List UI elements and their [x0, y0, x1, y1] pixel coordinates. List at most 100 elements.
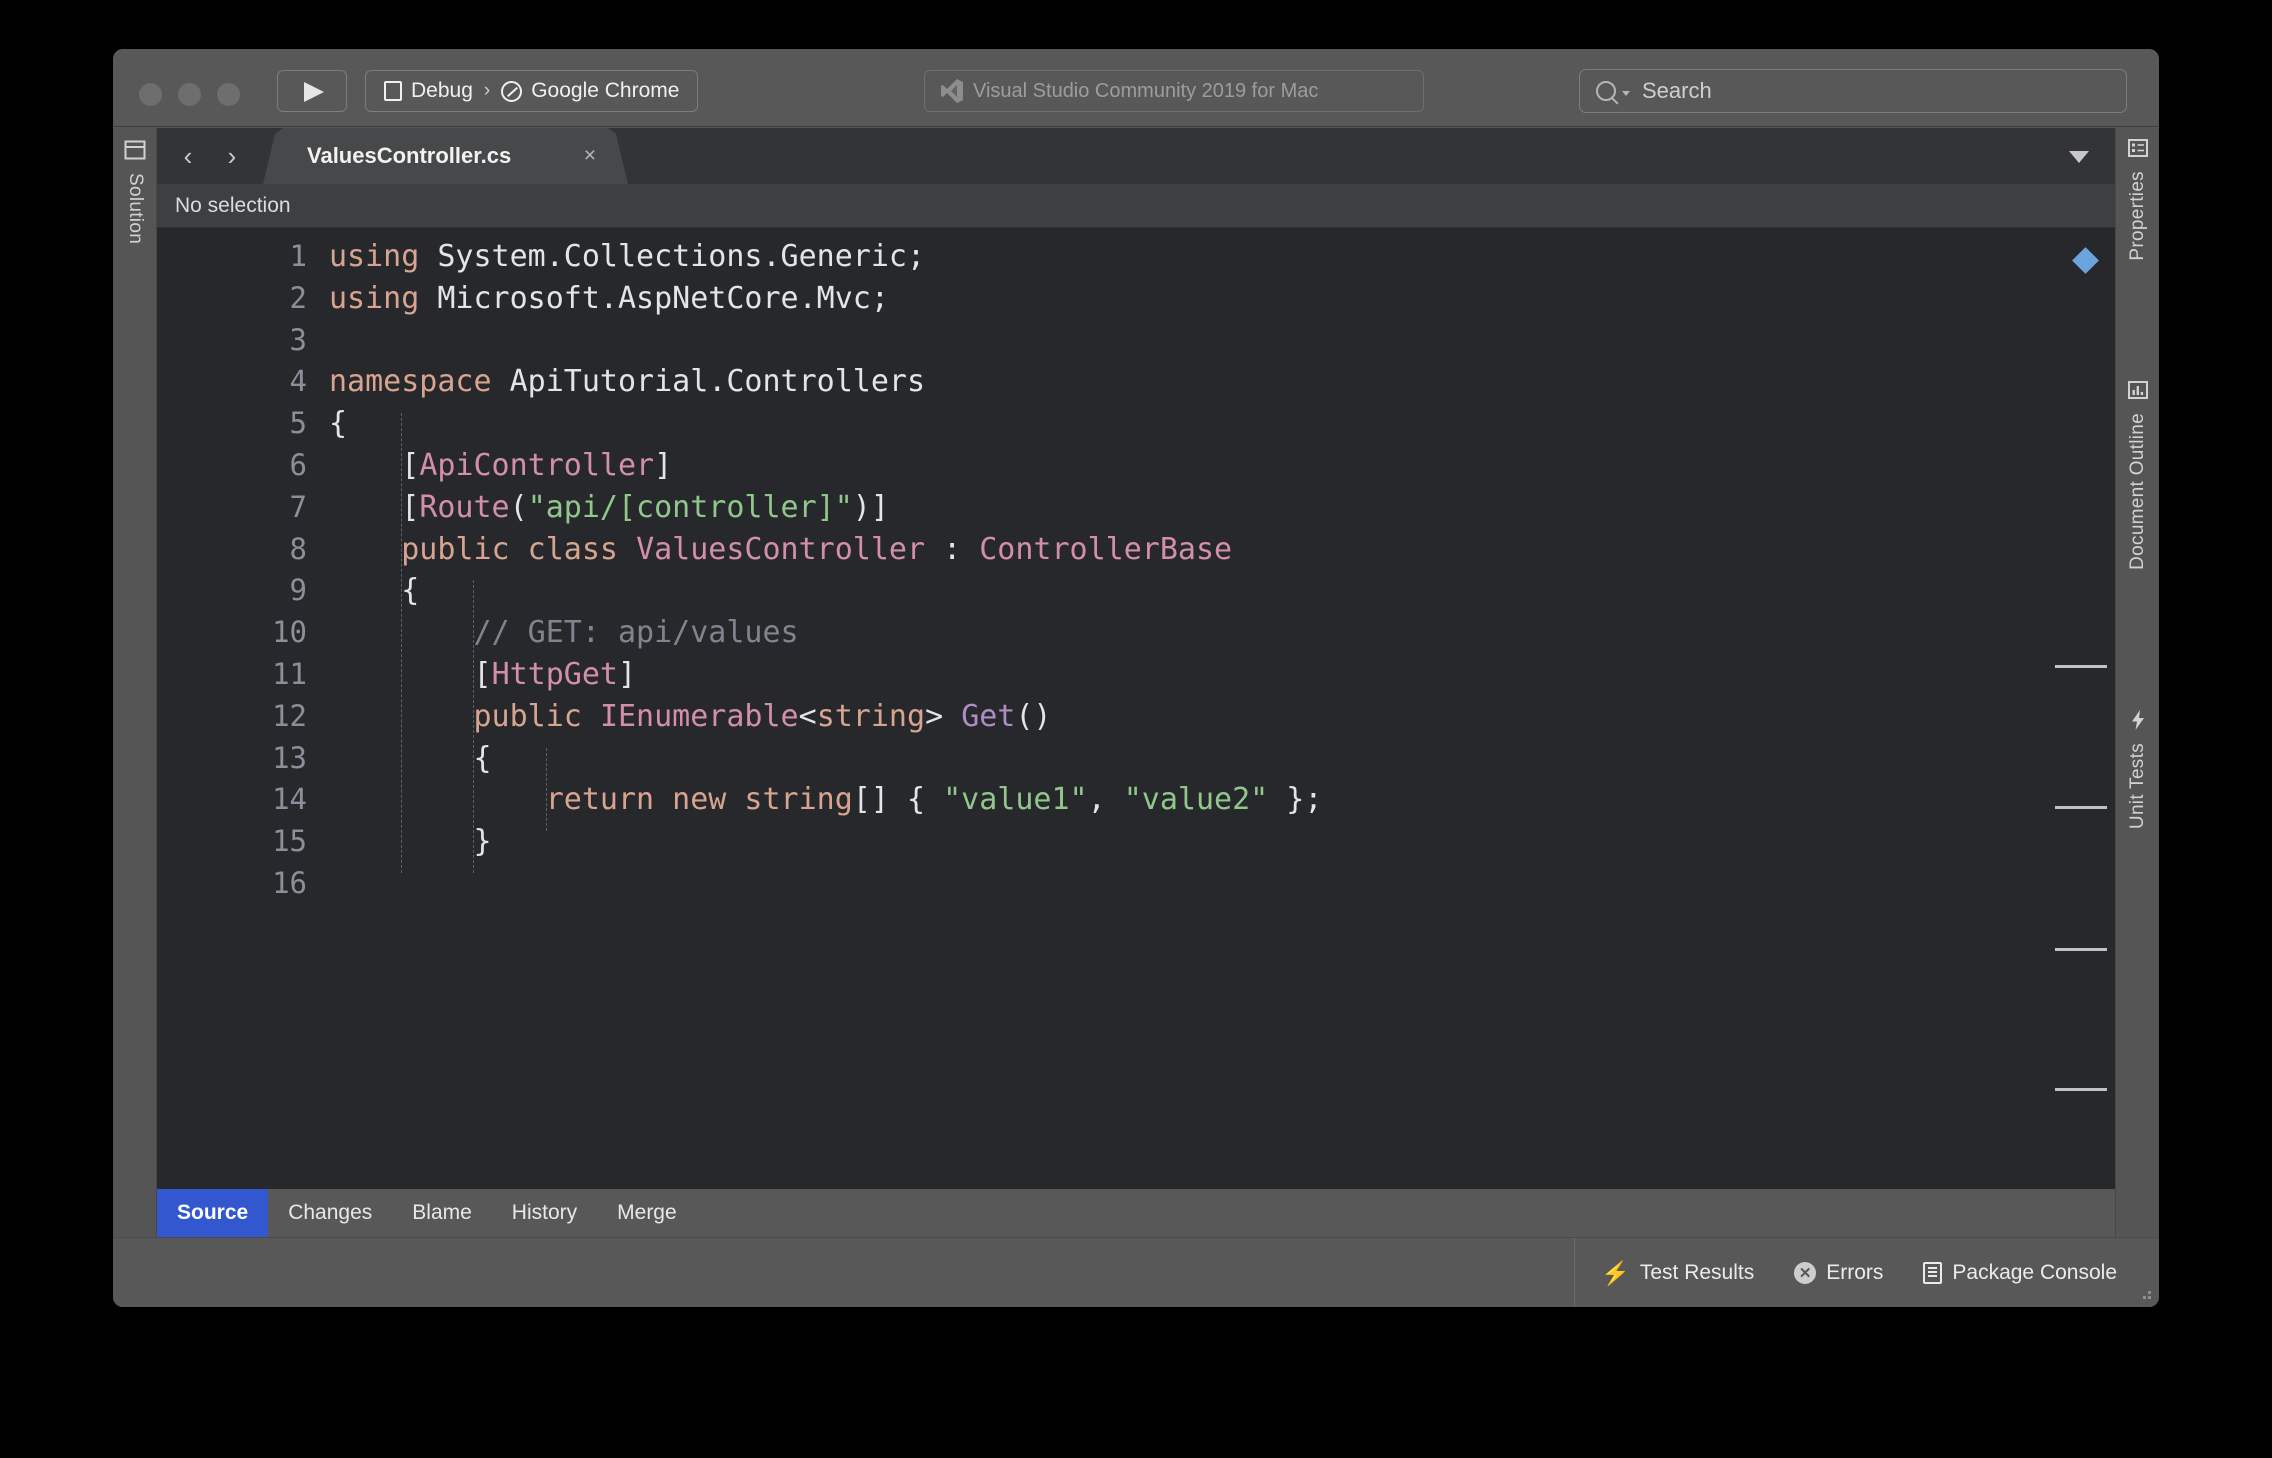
window-close-button[interactable] [139, 83, 162, 106]
editor-column: ‹ › ValuesController.cs × No selection 1… [157, 128, 2115, 1237]
code-marker[interactable] [2055, 806, 2107, 809]
code-line[interactable]: public class ValuesController : Controll… [329, 529, 1232, 571]
code-token-pln: , [1087, 782, 1124, 818]
close-icon[interactable]: × [584, 145, 596, 166]
code-token-typ: ValuesController [636, 531, 926, 567]
code-token-typ: ControllerBase [979, 531, 1233, 567]
application-status-box: Visual Studio Community 2019 for Mac [924, 70, 1424, 112]
code-token-pln: ] [654, 448, 673, 483]
window-zoom-button[interactable] [217, 83, 240, 106]
window-resize-grip[interactable] [2139, 1287, 2151, 1299]
code-line[interactable]: return new string[] { "value1", "value2"… [329, 779, 1323, 821]
code-line[interactable]: [ApiController] [329, 445, 672, 487]
code-token-pln [329, 782, 546, 817]
status-bar-pads: ⚡ Test Results ✕ Errors Package Console [1574, 1238, 2143, 1307]
code-marker[interactable] [2055, 948, 2107, 951]
code-line[interactable]: public IEnumerable<string> Get() [329, 696, 1052, 738]
code-marker[interactable] [2055, 1088, 2107, 1091]
code-content[interactable]: using System.Collections.Generic; using M… [329, 228, 2115, 1189]
code-token-kw: namespace [329, 364, 510, 400]
navigate-back-button[interactable]: ‹ [175, 142, 201, 170]
line-number: 14 [272, 782, 307, 817]
unit-tests-bolt-icon [2126, 708, 2150, 737]
code-line[interactable]: using Microsoft.AspNetCore.Mvc; [329, 278, 889, 320]
code-line[interactable]: [Route("api/[controller]")] [329, 487, 889, 529]
navigate-forward-button[interactable]: › [219, 142, 245, 170]
document-outline-icon [2126, 378, 2150, 407]
workspace-body: Solution ‹ › ValuesController.cs × No se… [113, 128, 2159, 1237]
line-number: 12 [272, 698, 307, 733]
sidebar-item-solution[interactable]: Solution [113, 138, 157, 244]
code-token-pln: [ [329, 489, 420, 525]
line-number: 1 [289, 239, 307, 273]
breadcrumb[interactable]: No selection [157, 184, 2115, 228]
sidebar-item-properties[interactable]: Properties [2116, 136, 2159, 261]
code-line[interactable]: { [329, 403, 347, 445]
run-button[interactable] [277, 70, 347, 112]
code-line[interactable]: { [329, 570, 419, 612]
code-token-kw: return new string [545, 782, 853, 818]
status-package-console[interactable]: Package Console [1923, 1261, 2117, 1285]
source-control-tab-bar: Source Changes Blame History Merge [157, 1189, 2115, 1237]
line-number-gutter: 1 2 3 4 5 6 7 8 9 10 11 12 13 14 15 16 [157, 228, 329, 1189]
window-minimize-button[interactable] [178, 83, 201, 106]
status-errors[interactable]: ✕ Errors [1794, 1261, 1883, 1285]
code-token-pln: System.Collections.Generic; [437, 239, 926, 274]
bottom-tab-merge[interactable]: Merge [597, 1189, 697, 1237]
code-line[interactable]: { [329, 738, 492, 780]
code-token-kw: using [329, 239, 438, 274]
line-number: 11 [272, 657, 307, 691]
code-token-pln: { [329, 406, 348, 442]
code-token-pln: } [329, 824, 492, 860]
code-token-pln: Microsoft.AspNetCore.Mvc; [437, 280, 889, 316]
line-number: 10 [272, 615, 307, 650]
code-token-pln: [ [329, 448, 420, 483]
search-field[interactable]: Search [1579, 69, 2127, 113]
search-icon [1596, 81, 1616, 101]
line-number: 16 [272, 866, 307, 900]
status-test-results[interactable]: ⚡ Test Results [1601, 1261, 1754, 1285]
play-icon [304, 82, 324, 102]
status-label: Errors [1826, 1261, 1884, 1284]
bottom-tab-blame[interactable]: Blame [392, 1189, 492, 1237]
sidebar-item-label: Unit Tests [2127, 743, 2148, 830]
sidebar-item-label: Properties [2127, 171, 2148, 261]
breadcrumb-separator: › [483, 80, 491, 101]
status-label: Package Console [1952, 1261, 2117, 1284]
code-token-cmt: // GET: api/values [329, 615, 799, 651]
sidebar-item-document-outline[interactable]: Document Outline [2116, 378, 2159, 570]
google-chrome-icon [501, 80, 523, 102]
line-number: 9 [289, 573, 307, 608]
code-token-pln: [] { [852, 782, 944, 818]
line-number: 3 [289, 322, 307, 357]
code-line[interactable]: namespace ApiTutorial.Controllers [329, 361, 925, 403]
indent-guide [473, 580, 475, 873]
sidebar-item-unit-tests[interactable]: Unit Tests [2116, 708, 2159, 829]
marker-column[interactable] [2055, 228, 2115, 1189]
bottom-tab-changes[interactable]: Changes [268, 1189, 392, 1237]
code-token-pln: > [925, 698, 962, 734]
code-marker[interactable] [2055, 665, 2107, 668]
code-token-str: "value2" [1123, 782, 1269, 818]
chevron-down-icon[interactable] [2069, 151, 2089, 163]
status-bar: ⚡ Test Results ✕ Errors Package Console [113, 1237, 2159, 1307]
tab-values-controller[interactable]: ValuesController.cs × [263, 128, 628, 184]
code-line[interactable]: } [329, 821, 492, 863]
chevron-down-icon [1622, 90, 1630, 96]
code-token-pln: }; [1268, 782, 1323, 818]
bottom-tab-source[interactable]: Source [157, 1189, 269, 1237]
code-editor[interactable]: 1 2 3 4 5 6 7 8 9 10 11 12 13 14 15 16 using System.Col… [157, 228, 2115, 1189]
right-pad-strip: Properties Document Outline Unit Tests [2115, 128, 2159, 1237]
code-token-kw: public class [401, 531, 637, 567]
code-line[interactable]: using System.Collections.Generic; [329, 236, 925, 278]
code-token-kw: using [329, 280, 438, 316]
code-token-mth: Get [961, 698, 1016, 734]
code-token-pln: { [329, 740, 492, 776]
code-line[interactable]: // GET: api/values [329, 612, 799, 654]
code-line[interactable]: [HttpGet] [329, 654, 636, 696]
error-circle-icon: ✕ [1794, 1262, 1817, 1284]
run-configuration-selector[interactable]: Debug › Google Chrome [365, 70, 699, 112]
bottom-tab-history[interactable]: History [492, 1189, 597, 1237]
code-token-pln: )] [852, 489, 889, 525]
run-device-label: Google Chrome [531, 79, 680, 102]
